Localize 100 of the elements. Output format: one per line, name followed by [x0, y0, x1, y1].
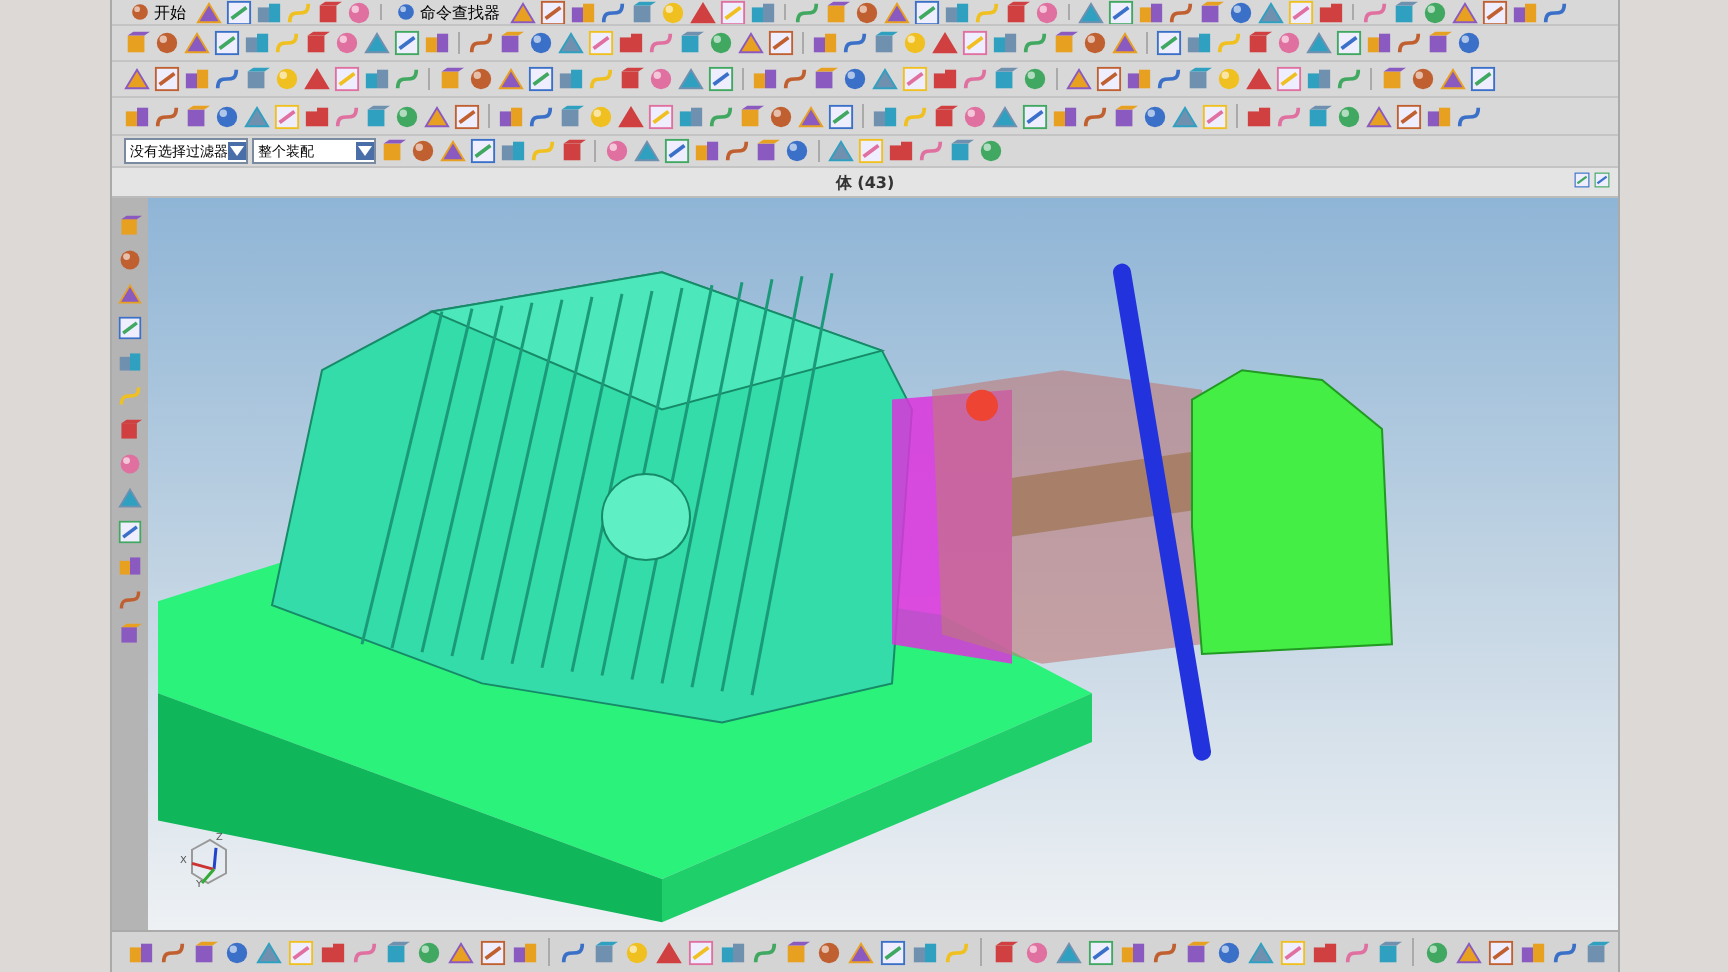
tool-icon[interactable]	[678, 103, 704, 129]
tool-icon[interactable]	[1488, 939, 1514, 965]
tool-icon[interactable]	[274, 103, 300, 129]
tool-icon[interactable]	[528, 66, 554, 92]
tool-icon[interactable]	[1082, 30, 1108, 56]
tool-icon[interactable]	[1258, 0, 1284, 24]
tool-icon[interactable]	[1066, 66, 1092, 92]
tool-icon[interactable]	[334, 103, 360, 129]
tool-icon[interactable]	[1306, 30, 1332, 56]
tool-icon[interactable]	[396, 2, 416, 22]
tool-icon[interactable]	[872, 66, 898, 92]
tool-icon[interactable]	[1512, 0, 1538, 24]
tool-icon[interactable]	[1336, 66, 1362, 92]
tool-icon[interactable]	[902, 66, 928, 92]
tool-icon[interactable]	[1542, 0, 1568, 24]
tool-icon[interactable]	[128, 939, 154, 965]
tool-icon[interactable]	[634, 138, 660, 164]
tool-icon[interactable]	[738, 103, 764, 129]
tool-icon[interactable]	[1108, 0, 1134, 24]
tool-icon[interactable]	[498, 66, 524, 92]
tool-icon[interactable]	[1022, 66, 1048, 92]
tool-icon[interactable]	[848, 939, 874, 965]
tool-icon[interactable]	[214, 103, 240, 129]
tool-icon[interactable]	[690, 0, 716, 24]
tool-icon[interactable]	[1142, 103, 1168, 129]
tool-icon[interactable]	[1096, 66, 1122, 92]
tool-icon[interactable]	[618, 30, 644, 56]
tool-icon[interactable]	[154, 66, 180, 92]
tool-icon[interactable]	[1276, 103, 1302, 129]
tool-icon[interactable]	[528, 103, 554, 129]
tool-icon[interactable]	[130, 2, 150, 22]
tool-icon[interactable]	[1470, 66, 1496, 92]
tool-icon[interactable]	[1186, 66, 1212, 92]
tool-icon[interactable]	[1456, 939, 1482, 965]
tool-icon[interactable]	[816, 939, 842, 965]
start-menu[interactable]: 开始	[124, 0, 192, 24]
tool-icon[interactable]	[334, 66, 360, 92]
tool-icon[interactable]	[872, 103, 898, 129]
tool-icon[interactable]	[932, 103, 958, 129]
tool-icon[interactable]	[184, 66, 210, 92]
tool-icon[interactable]	[304, 66, 330, 92]
tool-icon[interactable]	[118, 588, 142, 612]
tool-icon[interactable]	[1078, 0, 1104, 24]
tool-icon[interactable]	[618, 66, 644, 92]
tool-icon[interactable]	[424, 30, 450, 56]
tool-icon[interactable]	[1426, 103, 1452, 129]
tool-icon[interactable]	[992, 103, 1018, 129]
tool-icon[interactable]	[604, 138, 630, 164]
tool-icon[interactable]	[118, 622, 142, 646]
tool-icon[interactable]	[416, 939, 442, 965]
tool-icon[interactable]	[184, 30, 210, 56]
tool-icon[interactable]	[468, 66, 494, 92]
tool-icon[interactable]	[352, 939, 378, 965]
tool-icon[interactable]	[438, 66, 464, 92]
tool-icon[interactable]	[192, 939, 218, 965]
tool-icon[interactable]	[498, 103, 524, 129]
tool-icon[interactable]	[394, 103, 420, 129]
tool-icon[interactable]	[1422, 0, 1448, 24]
tool-icon[interactable]	[1396, 103, 1422, 129]
tool-icon[interactable]	[794, 0, 820, 24]
tool-icon[interactable]	[854, 0, 880, 24]
tool-icon[interactable]	[978, 138, 1004, 164]
tool-icon[interactable]	[932, 30, 958, 56]
tool-icon[interactable]	[828, 103, 854, 129]
tool-icon[interactable]	[528, 30, 554, 56]
tool-icon[interactable]	[224, 939, 250, 965]
tool-icon[interactable]	[244, 30, 270, 56]
tool-icon[interactable]	[470, 138, 496, 164]
tool-icon[interactable]	[480, 939, 506, 965]
tool-icon[interactable]	[858, 138, 884, 164]
tool-icon[interactable]	[1396, 30, 1422, 56]
tool-icon[interactable]	[320, 939, 346, 965]
tool-icon[interactable]	[512, 939, 538, 965]
tool-icon[interactable]	[842, 30, 868, 56]
tool-icon[interactable]	[410, 138, 436, 164]
tool-icon[interactable]	[1120, 939, 1146, 965]
tool-icon[interactable]	[394, 66, 420, 92]
tool-icon[interactable]	[500, 138, 526, 164]
tool-icon[interactable]	[600, 0, 626, 24]
tool-icon[interactable]	[384, 939, 410, 965]
tool-icon[interactable]	[560, 138, 586, 164]
tool-icon[interactable]	[1336, 103, 1362, 129]
tool-icon[interactable]	[812, 66, 838, 92]
tool-icon[interactable]	[948, 138, 974, 164]
tool-icon[interactable]	[226, 0, 252, 24]
tool-icon[interactable]	[648, 66, 674, 92]
tool-icon[interactable]	[708, 103, 734, 129]
tool-icon[interactable]	[1366, 30, 1392, 56]
tool-icon[interactable]	[1376, 939, 1402, 965]
tool-icon[interactable]	[1456, 30, 1482, 56]
tool-icon[interactable]	[588, 30, 614, 56]
tool-icon[interactable]	[1410, 66, 1436, 92]
tool-icon[interactable]	[828, 138, 854, 164]
tool-icon[interactable]	[364, 30, 390, 56]
tool-icon[interactable]	[1126, 66, 1152, 92]
tool-icon[interactable]	[720, 939, 746, 965]
tool-icon[interactable]	[798, 103, 824, 129]
tool-icon[interactable]	[824, 0, 850, 24]
tool-icon[interactable]	[992, 66, 1018, 92]
tool-icon[interactable]	[124, 30, 150, 56]
